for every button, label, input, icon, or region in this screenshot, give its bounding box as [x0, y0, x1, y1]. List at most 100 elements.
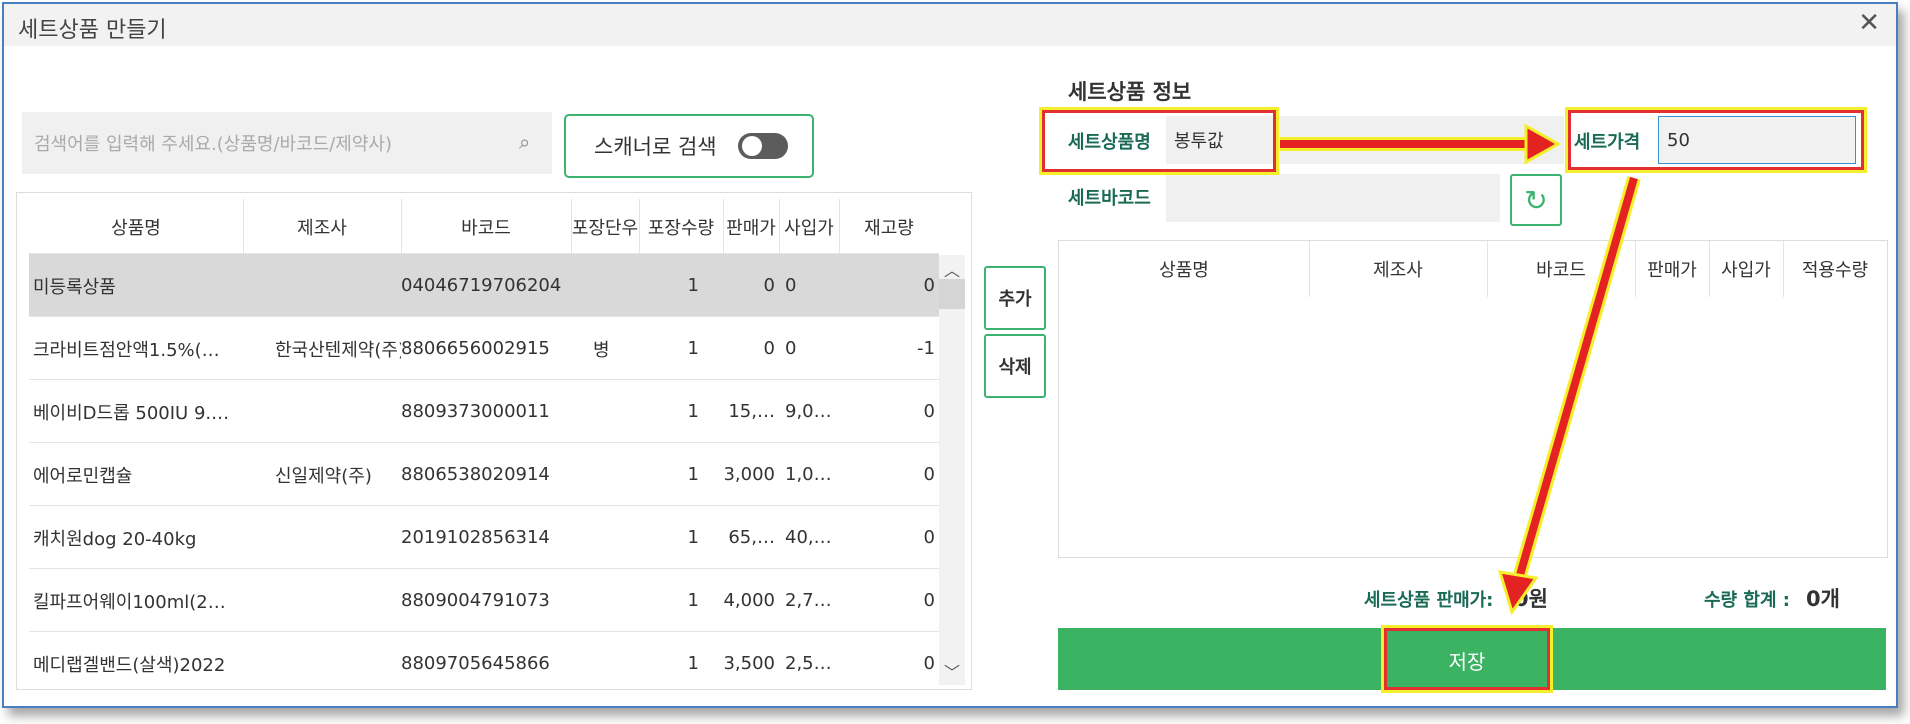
cell-barcode: 8809373000011 [401, 401, 550, 422]
cell-pack-unit [571, 254, 639, 317]
set-col-header-qty[interactable]: 적용수량 [1783, 241, 1887, 297]
cell-pack-unit [571, 380, 639, 443]
set-price-input[interactable]: 50 [1658, 116, 1856, 164]
cell-maker [243, 506, 401, 569]
set-col-header-maker[interactable]: 제조사 [1309, 241, 1488, 297]
scanner-search-label: 스캐너로 검색 [594, 135, 717, 159]
cell-sale-price: 15,… [728, 401, 775, 422]
search-input[interactable] [22, 112, 506, 176]
cell-pack-unit [571, 632, 639, 689]
col-header-pack-qty[interactable]: 포장수량 [639, 199, 724, 254]
delete-button[interactable]: 삭제 [984, 334, 1046, 398]
cell-pack-qty: 1 [687, 590, 699, 611]
cell-stock: 0 [923, 464, 935, 485]
set-price-label: 세트가격 [1574, 132, 1641, 153]
cell-pack-qty: 1 [687, 527, 699, 548]
cell-barcode: 8809705645866 [401, 653, 550, 674]
toggle-knob [742, 136, 762, 156]
cell-name: 메디랩겔밴드(살색)2022 [33, 654, 226, 676]
cell-stock: 0 [923, 275, 935, 296]
set-items-table: 상품명 제조사 바코드 판매가 사입가 적용수량 [1058, 240, 1888, 558]
col-header-sale-price[interactable]: 판매가 [723, 199, 780, 254]
title-bar: 세트상품 만들기 ✕ [4, 4, 1896, 46]
set-col-header-barcode[interactable]: 바코드 [1487, 241, 1636, 297]
set-col-header-name[interactable]: 상품명 [1059, 241, 1310, 297]
cell-maker [243, 380, 401, 443]
col-header-name[interactable]: 상품명 [29, 199, 244, 254]
cell-pack-qty: 1 [687, 464, 699, 485]
cell-barcode: 8806656002915 [401, 338, 550, 359]
table-row[interactable]: 미등록상품 04046719706204 1 0 0 0 [29, 254, 939, 317]
search-bar: ⌕ [22, 112, 552, 176]
cell-pack-unit [571, 506, 639, 569]
close-icon[interactable]: ✕ [1858, 8, 1880, 38]
qty-total-value: 0개 [1806, 587, 1840, 611]
cell-pack-qty: 1 [687, 401, 699, 422]
cell-buy-price: 1,0… [785, 464, 832, 485]
cell-name: 킬파프어웨이100ml(2… [33, 591, 226, 613]
col-header-barcode[interactable]: 바코드 [401, 199, 572, 254]
cell-pack-unit: 병 [593, 339, 610, 361]
col-header-stock[interactable]: 재고량 [839, 199, 939, 254]
cell-maker: 신일제약(주) [275, 465, 372, 487]
set-name-field[interactable]: 봉투값 [1166, 116, 1564, 164]
cell-pack-qty: 1 [687, 338, 699, 359]
set-sale-price-value: 0원 [1514, 587, 1548, 611]
cell-pack-qty: 1 [687, 653, 699, 674]
table-row[interactable]: 크라비트점안액1.5%(… 한국산텐제약(주) 8806656002915 병 1 0 0 -… [29, 317, 939, 380]
cell-stock: -1 [917, 338, 935, 359]
cell-sale-price: 3,000 [723, 464, 775, 485]
cell-barcode: 8809004791073 [401, 590, 550, 611]
scroll-up-icon[interactable]: ︿ [944, 257, 960, 281]
cell-stock: 0 [923, 527, 935, 548]
save-button[interactable]: 저장 [1390, 634, 1544, 686]
cell-buy-price: 2,5… [785, 653, 832, 674]
col-header-pack-unit[interactable]: 포장단우 [571, 199, 640, 254]
cell-buy-price: 0 [785, 275, 797, 296]
cell-buy-price: 40,… [785, 527, 832, 548]
cell-sale-price: 0 [763, 338, 775, 359]
search-icon[interactable]: ⌕ [519, 130, 530, 154]
table-row[interactable]: 에어로민캡슐 신일제약(주) 8806538020914 1 3,000 1,0… 0 [29, 443, 939, 506]
cell-maker [243, 254, 401, 317]
table-scrollbar[interactable]: ︿ ﹀ [939, 255, 965, 685]
cell-sale-price: 0 [763, 275, 775, 296]
set-info-title: 세트상품 정보 [1068, 80, 1192, 104]
cell-maker [243, 569, 401, 632]
cell-name: 미등록상품 [33, 276, 116, 298]
set-barcode-field[interactable] [1166, 174, 1500, 222]
cell-stock: 0 [923, 590, 935, 611]
window-title: 세트상품 만들기 [18, 18, 167, 43]
cell-sale-price: 65,… [728, 527, 775, 548]
set-col-header-buy-price[interactable]: 사입가 [1709, 241, 1784, 297]
set-name-label: 세트상품명 [1068, 132, 1151, 153]
table-row[interactable]: 캐치원dog 20-40kg 2019102856314 1 65,… 40,… 0 [29, 506, 939, 569]
scrollbar-thumb[interactable] [939, 279, 965, 309]
cell-buy-price: 0 [785, 338, 797, 359]
add-button[interactable]: 추가 [984, 266, 1046, 330]
col-header-buy-price[interactable]: 사입가 [779, 199, 840, 254]
cell-stock: 0 [923, 401, 935, 422]
cell-name: 베이비D드롭 500IU 9.… [33, 402, 230, 424]
table-row[interactable]: 메디랩겔밴드(살색)2022 8809705645866 1 3,500 2,5… 0 [29, 632, 939, 689]
cell-maker [243, 632, 401, 689]
cell-barcode: 2019102856314 [401, 527, 550, 548]
refresh-icon[interactable]: ↻ [1510, 174, 1562, 226]
scanner-toggle[interactable] [738, 133, 788, 159]
product-table-header: 상품명 제조사 바코드 포장단우 포장수량 판매가 사입가 재고량 [29, 199, 939, 254]
table-row[interactable]: 킬파프어웨이100ml(2… 8809004791073 1 4,000 2,7… 0 [29, 569, 939, 632]
cell-stock: 0 [923, 653, 935, 674]
cell-pack-unit [571, 569, 639, 632]
cell-maker: 한국산텐제약(주) [275, 339, 401, 361]
qty-total-label: 수량 합계 : [1704, 590, 1790, 611]
col-header-maker[interactable]: 제조사 [243, 199, 402, 254]
scanner-search-toggle-box[interactable]: 스캐너로 검색 [564, 114, 814, 178]
set-col-header-sale-price[interactable]: 판매가 [1635, 241, 1710, 297]
cell-name: 크라비트점안액1.5%(… [33, 339, 220, 361]
scroll-down-icon[interactable]: ﹀ [944, 659, 960, 683]
cell-barcode: 8806538020914 [401, 464, 550, 485]
set-sale-price-label: 세트상품 판매가: [1364, 590, 1494, 611]
table-row[interactable]: 베이비D드롭 500IU 9.… 8809373000011 1 15,… 9,0… 0 [29, 380, 939, 443]
cell-sale-price: 3,500 [723, 653, 775, 674]
cell-pack-unit [571, 443, 639, 506]
